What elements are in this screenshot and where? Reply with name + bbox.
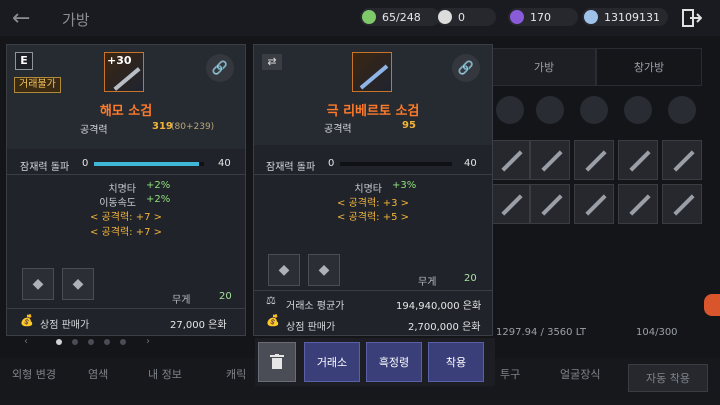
shop-price-label: 상점 판매가 bbox=[286, 322, 336, 333]
stat-value: +3% bbox=[392, 180, 417, 191]
market-price-value: 194,940,000 은화 bbox=[396, 301, 482, 312]
stat-value: +2% bbox=[146, 180, 171, 191]
delete-button[interactable] bbox=[258, 342, 296, 382]
inventory-slot[interactable] bbox=[618, 184, 658, 224]
swap-icon[interactable]: ⇄ bbox=[262, 54, 282, 70]
silver-resource: 13109131 bbox=[582, 8, 668, 26]
tab-helmet[interactable]: 투구 bbox=[500, 366, 520, 390]
weight-label: 무게 bbox=[418, 277, 437, 288]
bonus-line: < 공격력: +7 > bbox=[89, 227, 162, 238]
link-icon[interactable]: 🔗 bbox=[452, 54, 480, 82]
attack-label: 공격력 bbox=[80, 125, 108, 136]
trash-icon bbox=[270, 354, 284, 369]
auto-equip-button[interactable]: 자동 착용 bbox=[628, 364, 708, 392]
page-title: 가방 bbox=[62, 11, 90, 29]
stat-label: 치명타 bbox=[354, 184, 382, 195]
link-icon[interactable]: 🔗 bbox=[206, 54, 234, 82]
inventory-slot[interactable] bbox=[530, 184, 570, 224]
awaken-bar bbox=[340, 162, 452, 166]
tab-character[interactable]: 캐릭 bbox=[226, 366, 246, 390]
shard-resource: 170 bbox=[508, 8, 578, 26]
money-bag-icon: 💰 bbox=[266, 314, 280, 327]
inventory-slot[interactable] bbox=[618, 140, 658, 180]
tab-face-accessory[interactable]: 얼굴장식 bbox=[560, 366, 600, 390]
attack-detail: (80+239) bbox=[171, 122, 215, 132]
pearl-resource: 0 bbox=[436, 8, 496, 26]
attack-label: 공격력 bbox=[324, 124, 352, 135]
inventory-slot[interactable] bbox=[530, 140, 570, 180]
filter-armor-icon[interactable] bbox=[536, 96, 564, 124]
market-button[interactable]: 거래소 bbox=[304, 342, 360, 382]
dagger-icon bbox=[113, 67, 141, 91]
equipped-badge: E bbox=[15, 52, 33, 70]
scale-icon: ⚖ bbox=[266, 294, 276, 307]
inventory-slot[interactable] bbox=[662, 184, 702, 224]
crystal-socket-1[interactable]: ◆ bbox=[268, 254, 300, 286]
tab-warehouse[interactable]: 창가방 bbox=[596, 48, 702, 86]
awaken-label: 잠재력 돌파 bbox=[20, 162, 70, 173]
weight-icon bbox=[362, 10, 376, 24]
awaken-bar bbox=[94, 162, 204, 166]
item-icon-libertto-dagger bbox=[352, 52, 392, 92]
back-arrow-icon[interactable]: ← bbox=[12, 6, 30, 31]
attack-value: 95 bbox=[402, 120, 416, 131]
equip-button[interactable]: 착용 bbox=[428, 342, 484, 382]
market-price-label: 거래소 평균가 bbox=[286, 301, 345, 312]
inventory-slot[interactable] bbox=[574, 184, 614, 224]
filter-gem-icon[interactable] bbox=[624, 96, 652, 124]
weight-label: 무게 bbox=[172, 295, 191, 306]
bonus-line: < 공격력: +5 > bbox=[336, 212, 409, 223]
money-bag-icon: 💰 bbox=[20, 314, 34, 327]
stat-label: 이동속도 bbox=[99, 198, 136, 209]
shop-price-value: 27,000 은화 bbox=[170, 320, 227, 331]
crystal-socket-2[interactable]: ◆ bbox=[308, 254, 340, 286]
side-quick-button[interactable] bbox=[704, 294, 720, 316]
exit-icon[interactable] bbox=[682, 9, 702, 27]
inventory-slot[interactable] bbox=[662, 140, 702, 180]
inventory-slot[interactable] bbox=[490, 140, 530, 180]
shop-price-label: 상점 판매가 bbox=[40, 320, 90, 331]
page-dot bbox=[72, 339, 78, 345]
inventory-slot[interactable] bbox=[574, 140, 614, 180]
weight-value: 20 bbox=[219, 291, 232, 302]
shop-price-value: 2,700,000 은화 bbox=[408, 322, 481, 333]
dagger-icon bbox=[359, 64, 389, 90]
bonus-line: < 공격력: +7 > bbox=[89, 212, 162, 223]
black-spirit-button[interactable]: 흑정령 bbox=[366, 342, 422, 382]
tab-dye[interactable]: 염색 bbox=[88, 366, 108, 390]
bonus-line: < 공격력: +3 > bbox=[336, 198, 409, 209]
filter-ring-icon[interactable] bbox=[580, 96, 608, 124]
attack-value: 319 bbox=[152, 121, 173, 132]
stat-value: +2% bbox=[146, 194, 171, 205]
slot-count: 104/300 bbox=[636, 327, 678, 338]
page-dot-active bbox=[56, 339, 62, 345]
stat-label: 치명타 bbox=[108, 184, 136, 195]
item-icon-hammo-dagger: +30 bbox=[104, 52, 144, 92]
crystal-socket-2[interactable]: ◆ bbox=[62, 268, 94, 300]
inventory-slot[interactable] bbox=[490, 184, 530, 224]
page-dot bbox=[120, 339, 126, 345]
weight-info: 1297.94 / 3560 LT bbox=[496, 327, 587, 338]
page-dot bbox=[104, 339, 110, 345]
weight-value: 20 bbox=[464, 273, 477, 284]
filter-sword-icon[interactable] bbox=[496, 96, 524, 124]
prev-page-icon[interactable]: ‹ bbox=[24, 336, 28, 347]
tab-my-info[interactable]: 내 정보 bbox=[148, 366, 182, 390]
pearl-icon bbox=[438, 10, 452, 24]
item-name: 해모 소검 bbox=[99, 104, 153, 119]
item-name: 극 리베르토 소검 bbox=[326, 104, 420, 119]
awaken-label: 잠재력 돌파 bbox=[266, 162, 316, 173]
tab-appearance[interactable]: 외형 변경 bbox=[12, 366, 56, 390]
crystal-socket-1[interactable]: ◆ bbox=[22, 268, 54, 300]
shard-icon bbox=[510, 10, 524, 24]
silver-icon bbox=[584, 10, 598, 24]
untradable-tag: 거래불가 bbox=[14, 77, 61, 93]
weight-resource: 65/248 bbox=[360, 8, 440, 26]
page-dot bbox=[88, 339, 94, 345]
filter-potion-icon[interactable] bbox=[668, 96, 696, 124]
tab-bag[interactable]: 가방 bbox=[492, 48, 596, 86]
next-page-icon[interactable]: › bbox=[146, 336, 150, 347]
awaken-bar-fill bbox=[94, 162, 199, 166]
